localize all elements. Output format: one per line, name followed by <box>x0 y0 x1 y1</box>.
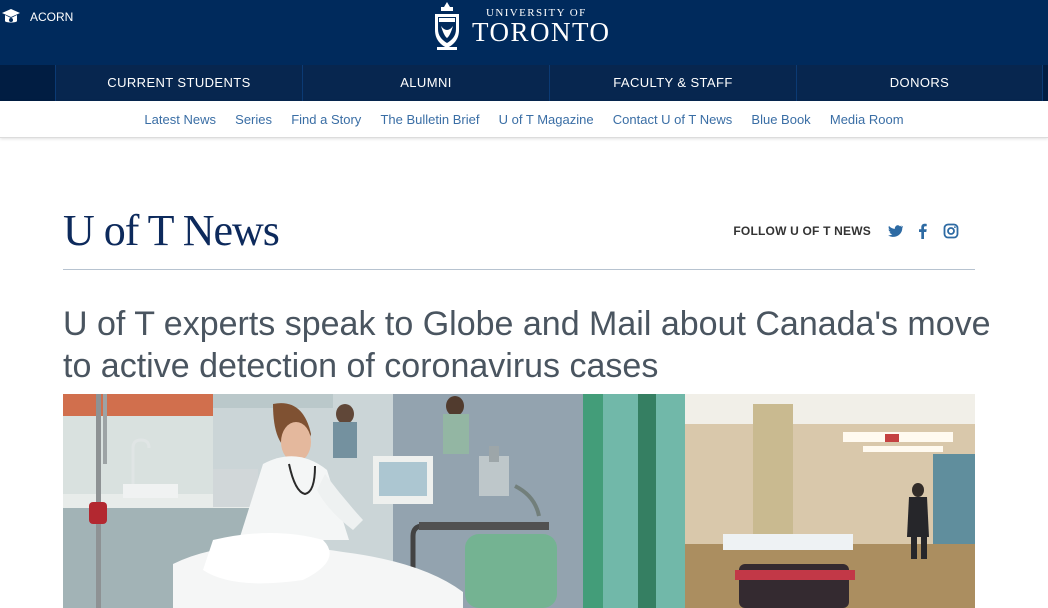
subnav-media-room[interactable]: Media Room <box>820 112 913 127</box>
graduation-cap-icon <box>2 9 20 23</box>
article-hero-image <box>63 394 975 608</box>
subnav-series[interactable]: Series <box>226 112 282 127</box>
acorn-label: ACORN <box>30 10 74 24</box>
nav-current-students[interactable]: CURRENT STUDENTS <box>55 65 302 101</box>
crest-icon <box>435 2 459 50</box>
logo-toronto: TORONTO <box>472 16 611 47</box>
university-logo[interactable]: UNIVERSITY OF TORONTO <box>432 0 611 52</box>
nav-faculty-staff[interactable]: FACULTY & STAFF <box>549 65 796 101</box>
subnav-bulletin-brief[interactable]: The Bulletin Brief <box>371 112 489 127</box>
subnav-contact[interactable]: Contact U of T News <box>603 112 742 127</box>
facebook-icon[interactable] <box>915 223 931 239</box>
subnav-latest-news[interactable]: Latest News <box>135 112 226 127</box>
social-follow: FOLLOW U OF T NEWS <box>733 223 959 239</box>
subnav-blue-book[interactable]: Blue Book <box>742 112 820 127</box>
hospital-scene-image <box>63 394 975 608</box>
news-sub-nav: Latest News Series Find a Story The Bull… <box>0 101 1048 138</box>
subnav-find-a-story[interactable]: Find a Story <box>282 112 371 127</box>
twitter-icon[interactable] <box>887 223 903 239</box>
acorn-link[interactable]: ACORN <box>0 6 73 28</box>
article-headline: U of T experts speak to Globe and Mail a… <box>63 305 991 385</box>
masthead: U of T News FOLLOW U OF T NEWS <box>63 205 975 270</box>
top-bar: ACORN UNIVERSITY OF TORONTO <box>0 0 1048 65</box>
nav-donors[interactable]: DONORS <box>796 65 1043 101</box>
audience-nav: CURRENT STUDENTS ALUMNI FACULTY & STAFF … <box>0 65 1048 101</box>
nav-alumni[interactable]: ALUMNI <box>302 65 549 101</box>
subnav-uoft-magazine[interactable]: U of T Magazine <box>489 112 603 127</box>
instagram-icon[interactable] <box>943 223 959 239</box>
follow-label: FOLLOW U OF T NEWS <box>733 224 871 238</box>
